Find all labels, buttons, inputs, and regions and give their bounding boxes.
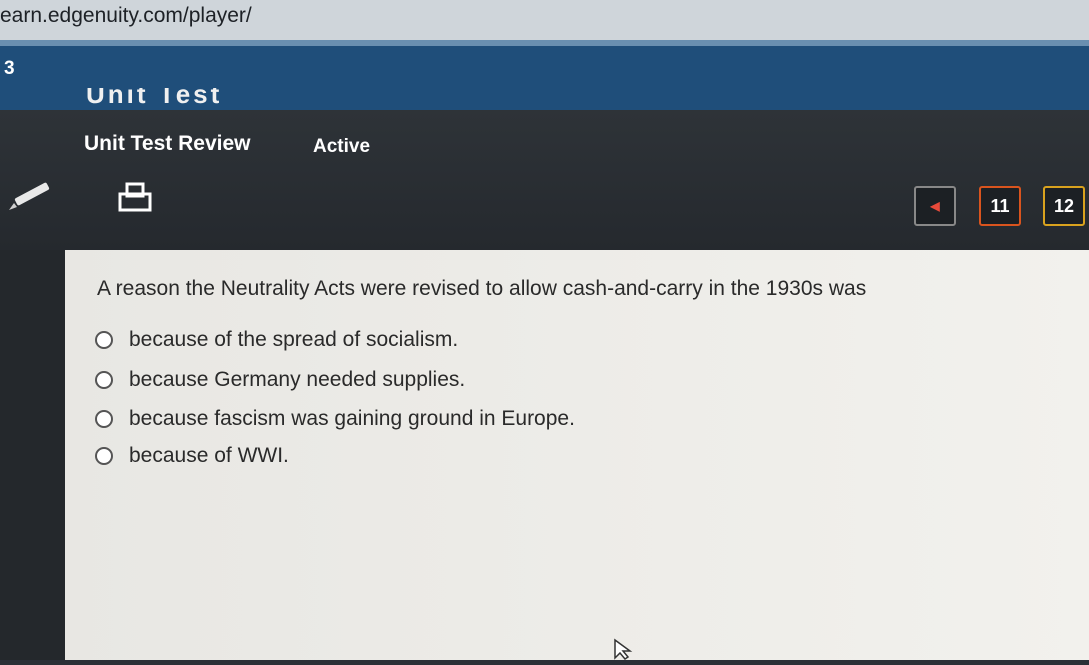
- option-label: because of the spread of socialism.: [129, 328, 459, 351]
- page-button-11[interactable]: 11: [979, 186, 1021, 226]
- toolbar-band: [0, 110, 1089, 250]
- option-label: because fascism was gaining ground in Eu…: [129, 407, 575, 430]
- radio-button[interactable]: [95, 371, 113, 389]
- question-number: 3: [4, 58, 15, 79]
- page-title: Unit Test: [86, 88, 223, 106]
- page-button-12[interactable]: 12: [1043, 186, 1085, 226]
- url-text: earn.edgenuity.com/player/: [0, 4, 252, 27]
- question-text: A reason the Neutrality Acts were revise…: [97, 277, 867, 300]
- status-badge: Active: [313, 136, 371, 157]
- radio-button[interactable]: [95, 331, 113, 349]
- answer-option[interactable]: because Germany needed supplies.: [95, 368, 465, 392]
- prev-button[interactable]: ◀: [914, 186, 956, 226]
- assessment-title: Unit Test Review: [84, 132, 251, 155]
- radio-button[interactable]: [95, 447, 113, 465]
- answer-option[interactable]: because of the spread of socialism.: [95, 328, 458, 352]
- cursor-icon: [612, 638, 634, 660]
- option-label: because Germany needed supplies.: [129, 368, 466, 391]
- address-bar[interactable]: earn.edgenuity.com/player/: [0, 0, 1089, 40]
- radio-button[interactable]: [95, 410, 113, 428]
- answer-option[interactable]: because of WWI.: [95, 444, 289, 468]
- answer-option[interactable]: because fascism was gaining ground in Eu…: [95, 407, 575, 431]
- left-rail: [0, 250, 65, 660]
- printer-icon[interactable]: [110, 180, 160, 214]
- pencil-icon[interactable]: [6, 176, 54, 216]
- option-label: because of WWI.: [129, 444, 289, 467]
